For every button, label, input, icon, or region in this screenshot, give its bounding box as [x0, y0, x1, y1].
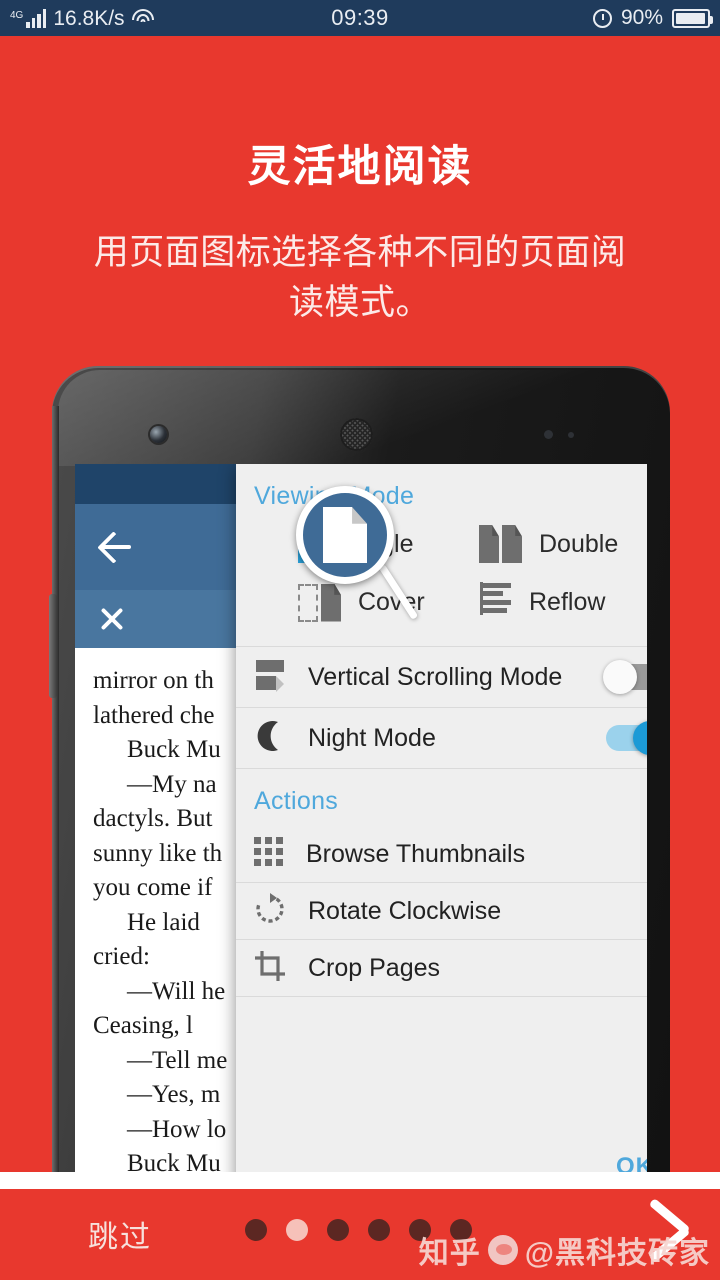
reflow-text-icon	[479, 581, 513, 624]
toggle-row-vertical-scrolling[interactable]: Vertical Scrolling Mode	[236, 647, 647, 707]
viewing-mode-label: Double	[539, 529, 619, 558]
phone-left-edge	[52, 406, 59, 1196]
action-crop-pages[interactable]: Crop Pages	[236, 940, 647, 996]
action-browse-thumbnails[interactable]: Browse Thumbnails	[236, 826, 647, 882]
volume-button	[49, 594, 57, 698]
vertical-scrolling-toggle[interactable]	[603, 660, 647, 694]
page-view-mode-icon	[323, 507, 367, 563]
night-mode-toggle[interactable]	[606, 721, 647, 755]
viewing-mode-option-double[interactable]: Double	[459, 525, 647, 563]
cover-page-icon	[298, 583, 342, 622]
viewing-mode-dialog: Viewing Mode Single Double	[236, 464, 647, 1196]
screen-bottom-separator	[0, 1172, 720, 1189]
page-dot-active[interactable]	[286, 1219, 308, 1241]
page-title: 灵活地阅读	[247, 143, 473, 191]
earpiece-speaker	[340, 418, 373, 451]
skip-button[interactable]: 跳过	[88, 1212, 152, 1256]
double-page-icon	[479, 525, 523, 563]
watermark-logo-icon	[487, 1235, 518, 1265]
action-rotate-clockwise[interactable]: Rotate Clockwise	[236, 883, 647, 939]
watermark-platform: 知乎	[418, 1237, 481, 1270]
page-dot[interactable]	[327, 1219, 349, 1241]
system-status-bar: 4G 16.8K/s 09:39 90%	[0, 0, 720, 36]
rotate-clockwise-icon	[254, 892, 286, 930]
watermark: 知乎 @黑科技砖家	[419, 1228, 710, 1272]
toggle-row-night-mode[interactable]: Night Mode	[236, 708, 647, 768]
viewing-mode-option-cover[interactable]: Cover	[236, 581, 459, 624]
moon-icon	[254, 719, 288, 758]
page-dot[interactable]	[245, 1219, 267, 1241]
battery-percent-label: 90%	[620, 6, 663, 29]
viewing-mode-title: Viewing Mode	[254, 482, 415, 510]
action-label: Rotate Clockwise	[308, 896, 502, 925]
alarm-icon	[592, 8, 612, 28]
grid-thumbnails-icon	[254, 836, 284, 872]
back-arrow-icon[interactable]	[93, 524, 139, 570]
battery-icon	[672, 8, 713, 28]
proximity-sensor	[544, 430, 553, 439]
viewing-mode-option-reflow[interactable]: Reflow	[459, 581, 647, 624]
vertical-scroll-icon	[254, 658, 288, 697]
page-dot[interactable]	[368, 1219, 390, 1241]
crop-icon	[254, 950, 286, 987]
onboarding-screen: 4G 16.8K/s 09:39 90% 灵活地阅读 用页面图标选择各种不同的页…	[0, 0, 720, 1280]
action-label: Crop Pages	[308, 953, 441, 982]
actions-title: Actions	[254, 787, 339, 815]
viewing-mode-label: Reflow	[529, 588, 606, 616]
front-camera-icon	[150, 426, 167, 443]
page-subtitle: 用页面图标选择各种不同的页面阅读模式。	[93, 233, 627, 322]
toggle-label: Vertical Scrolling Mode	[308, 662, 563, 691]
magnifier-highlight	[296, 486, 394, 584]
divider	[236, 996, 647, 997]
status-bar-right: 90%	[592, 6, 713, 30]
action-label: Browse Thumbnails	[306, 839, 526, 868]
light-sensor	[568, 432, 574, 438]
toggle-label: Night Mode	[308, 723, 436, 752]
watermark-handle: @黑科技砖家	[524, 1237, 710, 1270]
